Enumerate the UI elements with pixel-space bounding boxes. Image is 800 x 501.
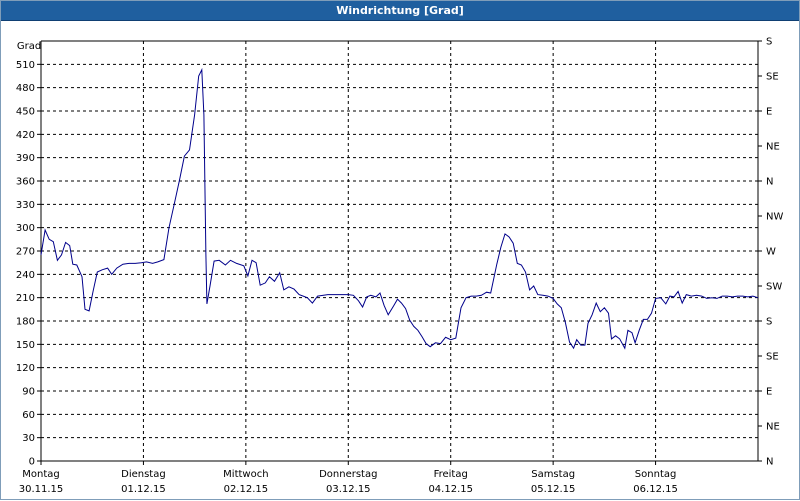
y-tick-label: 480	[16, 83, 35, 94]
y-tick-label: 240	[16, 270, 35, 281]
x-tick-day: Montag	[22, 469, 59, 480]
right-axis-label: E	[766, 387, 772, 398]
right-axis-label: NW	[766, 212, 783, 223]
right-axis-label: E	[766, 107, 772, 118]
right-axis-label: SE	[766, 352, 779, 363]
x-tick-day: Donnerstag	[319, 469, 377, 480]
right-axis-label: W	[766, 247, 776, 258]
x-tick-date: 30.11.15	[19, 484, 64, 495]
right-axis-label: N	[766, 177, 773, 188]
right-axis-label: NE	[766, 142, 780, 153]
right-axis-label: SW	[766, 282, 782, 293]
y-tick-label: 450	[16, 107, 35, 118]
y-tick-label: 60	[22, 410, 35, 421]
right-axis-label: SE	[766, 72, 779, 83]
right-axis-label: N	[766, 457, 773, 468]
x-tick-date: 02.12.15	[224, 484, 269, 495]
x-tick-date: 01.12.15	[121, 484, 166, 495]
x-tick-day: Mittwoch	[223, 469, 268, 480]
y-tick-label: 390	[16, 153, 35, 164]
y-tick-label: 30	[22, 433, 35, 444]
y-tick-label: 360	[16, 177, 35, 188]
x-tick-date: 05.12.15	[531, 484, 576, 495]
x-tick-day: Samstag	[531, 469, 575, 480]
y-tick-label: 90	[22, 387, 35, 398]
y-tick-label: 420	[16, 130, 35, 141]
y-tick-label: 0	[29, 457, 35, 468]
y-tick-label: 180	[16, 317, 35, 328]
series-line-windrichtung	[40, 67, 759, 350]
y-tick-label: 510	[16, 60, 35, 71]
right-axis-label: NE	[766, 422, 780, 433]
x-tick-day: Sonntag	[635, 469, 677, 480]
x-tick-date: 03.12.15	[326, 484, 371, 495]
y-tick-label: 210	[16, 293, 35, 304]
series-layer	[40, 67, 759, 350]
grid-lines	[41, 41, 758, 461]
y-tick-label: 120	[16, 363, 35, 374]
right-axis-label: S	[766, 37, 772, 48]
wind-direction-chart: 0 30 60 90 120 150 180 210 240 270 300 330 360 390 420…	[16, 37, 784, 496]
axes	[37, 40, 762, 465]
x-tick-day: Dienstag	[121, 469, 166, 480]
y-tick-label: 150	[16, 340, 35, 351]
chart-window: Windrichtung [Grad] 0 30 60 90 120 150 180 210 2…	[0, 0, 800, 500]
y-tick-label: 300	[16, 223, 35, 234]
y-tick-label: 330	[16, 200, 35, 211]
x-tick-day: Freitag	[434, 469, 468, 480]
right-axis-label: S	[766, 317, 772, 328]
tick-labels: 0 30 60 90 120 150 180 210 240 270 300 330 360 390 420…	[16, 37, 784, 496]
x-tick-date: 04.12.15	[428, 484, 473, 495]
y-tick-label: 270	[16, 247, 35, 258]
x-tick-date: 06.12.15	[633, 484, 678, 495]
y-axis-label: Grad	[17, 41, 41, 52]
